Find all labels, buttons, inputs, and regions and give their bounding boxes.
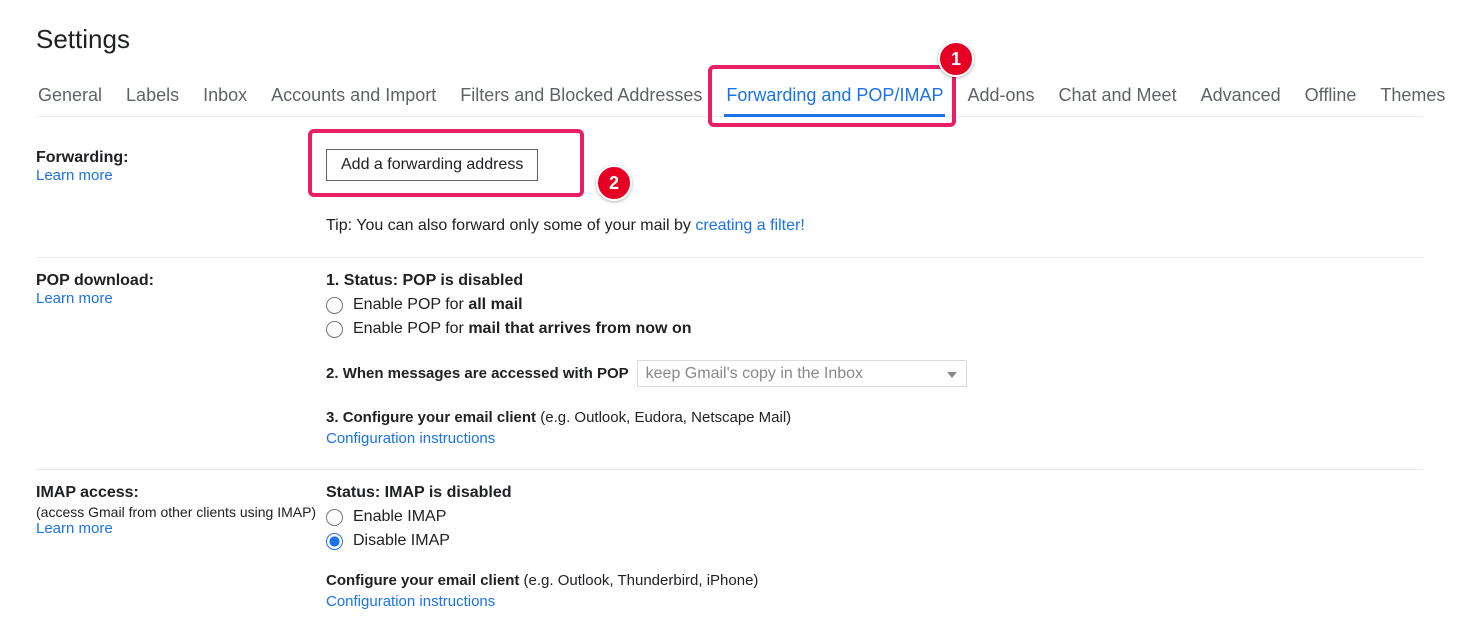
- page-title: Settings: [36, 24, 1423, 55]
- annotation-circle-2: 2: [596, 165, 632, 201]
- pop-enable-all-prefix: Enable POP for: [353, 296, 468, 313]
- imap-learn-more-link[interactable]: Learn more: [36, 520, 113, 537]
- pop-title: POP download:: [36, 272, 326, 290]
- tab-accounts[interactable]: Accounts and Import: [269, 75, 438, 116]
- imap-enable-label: Enable IMAP: [353, 508, 446, 526]
- pop-status-num: 1.: [326, 272, 344, 289]
- pop-learn-more-link[interactable]: Learn more: [36, 290, 113, 307]
- forwarding-learn-more-link[interactable]: Learn more: [36, 167, 113, 184]
- pop-config-instructions-link[interactable]: Configuration instructions: [326, 430, 495, 447]
- pop-action-select[interactable]: keep Gmail's copy in the Inbox: [637, 360, 967, 387]
- settings-tabs: General Labels Inbox Accounts and Import…: [36, 75, 1423, 117]
- pop-status-label: Status:: [344, 272, 403, 289]
- pop-enable-all-bold: all mail: [468, 296, 522, 313]
- pop-section: POP download: Learn more 1. Status: POP …: [36, 258, 1423, 470]
- imap-status-label: Status:: [326, 484, 385, 501]
- imap-configure-rest: (e.g. Outlook, Thunderbird, iPhone): [519, 572, 758, 589]
- pop-enable-now-bold: mail that arrives from now on: [468, 320, 691, 337]
- tab-inbox[interactable]: Inbox: [201, 75, 249, 116]
- pop-enable-now-prefix: Enable POP for: [353, 320, 468, 337]
- pop-enable-all-row[interactable]: Enable POP for all mail: [326, 296, 1423, 314]
- forwarding-tip-text: Tip: You can also forward only some of y…: [326, 217, 695, 234]
- tab-general[interactable]: General: [36, 75, 104, 116]
- imap-subtitle: (access Gmail from other clients using I…: [36, 504, 326, 520]
- tab-labels[interactable]: Labels: [124, 75, 181, 116]
- tab-filters[interactable]: Filters and Blocked Addresses: [458, 75, 704, 116]
- imap-section: IMAP access: (access Gmail from other cl…: [36, 470, 1423, 632]
- imap-configure-bold: Configure your email client: [326, 572, 519, 589]
- tab-addons[interactable]: Add-ons: [965, 75, 1036, 116]
- imap-enable-row[interactable]: Enable IMAP: [326, 508, 1423, 526]
- imap-enable-radio[interactable]: [326, 509, 343, 526]
- tab-offline[interactable]: Offline: [1303, 75, 1359, 116]
- add-forwarding-address-button[interactable]: Add a forwarding address: [326, 149, 538, 181]
- forwarding-title: Forwarding:: [36, 149, 326, 167]
- tab-themes[interactable]: Themes: [1378, 75, 1447, 116]
- imap-disable-radio[interactable]: [326, 533, 343, 550]
- imap-config-instructions-link[interactable]: Configuration instructions: [326, 593, 495, 610]
- pop-when-label: When messages are accessed with POP: [343, 365, 629, 382]
- tab-chat[interactable]: Chat and Meet: [1057, 75, 1179, 116]
- pop-when-num: 2.: [326, 365, 343, 382]
- imap-status-value: IMAP is disabled: [385, 484, 512, 501]
- imap-disable-label: Disable IMAP: [353, 532, 450, 550]
- tab-advanced[interactable]: Advanced: [1199, 75, 1283, 116]
- pop-configure-bold: Configure your email client: [343, 409, 536, 426]
- pop-enable-all-radio[interactable]: [326, 297, 343, 314]
- pop-enable-now-row[interactable]: Enable POP for mail that arrives from no…: [326, 320, 1423, 338]
- pop-status-value: POP is disabled: [402, 272, 523, 289]
- pop-configure-rest: (e.g. Outlook, Eudora, Netscape Mail): [536, 409, 791, 426]
- creating-filter-link[interactable]: creating a filter!: [695, 217, 804, 234]
- forwarding-section: Forwarding: Learn more Add a forwarding …: [36, 135, 1423, 258]
- pop-configure-num: 3.: [326, 409, 343, 426]
- pop-enable-now-radio[interactable]: [326, 321, 343, 338]
- tab-forwarding[interactable]: Forwarding and POP/IMAP: [724, 75, 945, 116]
- imap-title: IMAP access:: [36, 484, 326, 502]
- imap-disable-row[interactable]: Disable IMAP: [326, 532, 1423, 550]
